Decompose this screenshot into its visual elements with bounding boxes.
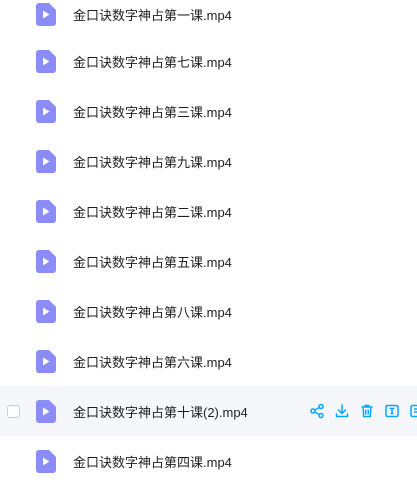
rename-icon[interactable] (384, 403, 400, 419)
download-icon[interactable] (334, 403, 350, 419)
file-row[interactable]: 金口诀数字神占第七课.mp4 (0, 36, 417, 86)
more-icon[interactable] (409, 403, 417, 419)
file-row[interactable]: 金口诀数字神占第六课.mp4 (0, 336, 417, 386)
video-file-icon (36, 149, 56, 173)
file-name[interactable]: 金口诀数字神占第六课.mp4 (73, 352, 232, 371)
file-row[interactable]: 金口诀数字神占第一课.mp4 (0, 0, 417, 36)
video-file-icon (36, 349, 56, 373)
video-file-icon (36, 199, 56, 223)
video-file-icon (36, 249, 56, 273)
file-row[interactable]: 金口诀数字神占第二课.mp4 (0, 186, 417, 236)
select-checkbox[interactable] (7, 404, 20, 418)
file-row[interactable]: 金口诀数字神占第四课.mp4 (0, 436, 417, 486)
file-name[interactable]: 金口诀数字神占第一课.mp4 (73, 5, 232, 24)
file-name[interactable]: 金口诀数字神占第七课.mp4 (73, 52, 232, 71)
file-name[interactable]: 金口诀数字神占第九课.mp4 (73, 152, 232, 171)
file-list: 金口诀数字神占第一课.mp4 金口诀数字神占第七课.mp4 金口诀数字神占第三课… (0, 0, 417, 488)
video-file-icon (36, 3, 56, 26)
video-file-icon (36, 49, 56, 73)
row-actions (309, 403, 417, 419)
file-row[interactable]: 金口诀数字神占第八课.mp4 (0, 286, 417, 336)
file-name[interactable]: 金口诀数字神占第三课.mp4 (73, 102, 232, 121)
video-file-icon (36, 399, 56, 423)
file-name[interactable]: 金口诀数字神占第四课.mp4 (73, 452, 232, 471)
file-row[interactable]: 金口诀数字神占第九课.mp4 (0, 136, 417, 186)
file-row-hovered[interactable]: 金口诀数字神占第十课(2).mp4 (0, 386, 417, 436)
file-name[interactable]: 金口诀数字神占第八课.mp4 (73, 302, 232, 321)
video-file-icon (36, 99, 56, 123)
delete-icon[interactable] (359, 403, 375, 419)
share-icon[interactable] (309, 403, 325, 419)
file-name[interactable]: 金口诀数字神占第五课.mp4 (73, 252, 232, 271)
video-file-icon (36, 449, 56, 473)
video-file-icon (36, 299, 56, 323)
file-row[interactable]: 金口诀数字神占第三课.mp4 (0, 86, 417, 136)
file-name[interactable]: 金口诀数字神占第二课.mp4 (73, 202, 232, 221)
file-name[interactable]: 金口诀数字神占第十课(2).mp4 (73, 402, 248, 421)
file-row[interactable]: 金口诀数字神占第五课.mp4 (0, 236, 417, 286)
